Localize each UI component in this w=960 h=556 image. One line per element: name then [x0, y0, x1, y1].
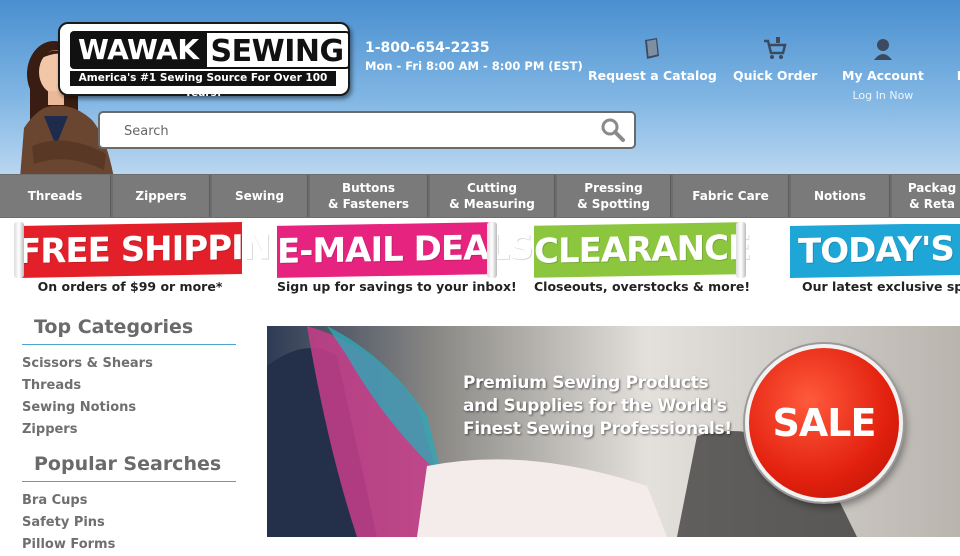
category-link-zippers[interactable]: Zippers	[22, 419, 236, 441]
hero-tagline: Premium Sewing Products and Supplies for…	[463, 372, 732, 441]
sidebar: Top Categories Scissors & Shears Threads…	[22, 316, 236, 556]
search-bar	[98, 111, 636, 149]
nav-pressing-spotting[interactable]: Pressing & Spotting	[557, 175, 671, 217]
category-link-scissors[interactable]: Scissors & Shears	[22, 353, 236, 375]
my-account-link[interactable]: My Account Log In Now	[842, 36, 924, 102]
nav-cutting-measuring[interactable]: Cutting & Measuring	[430, 175, 555, 217]
hero-line-3: Finest Sewing Professionals!	[463, 419, 732, 439]
promo-todays-sale[interactable]: TODAY'S SA Our latest exclusive spec	[790, 224, 960, 296]
more-icon	[950, 36, 960, 62]
nav-fabric-care[interactable]: Fabric Care	[673, 175, 789, 217]
hero-banner[interactable]: Premium Sewing Products and Supplies for…	[267, 326, 960, 537]
quick-order-label: Quick Order	[733, 68, 818, 83]
logo-brand-right: SEWING	[206, 31, 350, 69]
email-deals-banner: E-MAIL DEALS	[277, 222, 533, 278]
site-header: WAWAK SEWING America's #1 Sewing Source …	[0, 0, 960, 174]
popular-searches-heading: Popular Searches	[22, 453, 236, 482]
hero-line-2: and Supplies for the World's	[463, 396, 727, 416]
nav-buttons-fasteners[interactable]: Buttons & Fasteners	[310, 175, 428, 217]
free-shipping-banner: FREE SHIPPING	[18, 222, 298, 278]
search-icon[interactable]	[600, 117, 626, 143]
top-categories-heading: Top Categories	[22, 316, 236, 345]
account-icon	[873, 39, 892, 60]
promo-email-deals[interactable]: E-MAIL DEALS Sign up for savings to your…	[277, 222, 533, 296]
todays-sale-title: TODAY'S SA	[798, 228, 960, 272]
category-link-threads[interactable]: Threads	[22, 375, 236, 397]
nav-zippers[interactable]: Zippers	[113, 175, 210, 217]
business-hours: Mon - Fri 8:00 AM - 8:00 PM (EST)	[365, 59, 583, 73]
ribbon-curl	[736, 222, 746, 278]
popular-link-pillow-forms[interactable]: Pillow Forms	[22, 534, 236, 556]
category-nav: Threads Zippers Sewing Buttons & Fastene…	[0, 174, 960, 218]
ribbon-curl	[487, 222, 497, 278]
nav-threads[interactable]: Threads	[0, 175, 111, 217]
request-catalog-link[interactable]: Request a Catalog	[588, 36, 717, 83]
site-logo[interactable]: WAWAK SEWING America's #1 Sewing Source …	[58, 22, 350, 99]
nav-notions[interactable]: Notions	[791, 175, 890, 217]
login-link[interactable]: Log In Now	[842, 89, 924, 102]
clearance-subtitle: Closeouts, overstocks & more!	[534, 279, 751, 294]
more-header-link[interactable]: M	[950, 36, 960, 83]
promo-clearance[interactable]: CLEARANCE Closeouts, overstocks & more!	[534, 222, 751, 296]
nav-sewing[interactable]: Sewing	[212, 175, 308, 217]
free-shipping-title: FREE SHIPPING	[18, 227, 298, 272]
category-link-sewing-notions[interactable]: Sewing Notions	[22, 397, 236, 419]
logo-brand-left: WAWAK	[70, 31, 207, 69]
logo-tagline: America's #1 Sewing Source For Over 100 …	[70, 71, 336, 99]
promo-free-shipping[interactable]: FREE SHIPPING On orders of $99 or more*	[14, 222, 298, 296]
clearance-title: CLEARANCE	[534, 228, 751, 272]
sale-badge[interactable]: SALE	[745, 344, 903, 502]
todays-sale-banner: TODAY'S SA	[790, 224, 960, 279]
popular-link-safety-pins[interactable]: Safety Pins	[22, 512, 236, 534]
quick-order-link[interactable]: Quick Order	[733, 36, 817, 83]
cart-icon	[764, 37, 787, 59]
todays-sale-subtitle: Our latest exclusive spec	[802, 279, 960, 294]
email-deals-title: E-MAIL DEALS	[277, 227, 533, 272]
phone-number[interactable]: 1-800-654-2235	[365, 40, 583, 56]
email-deals-subtitle: Sign up for savings to your inbox!	[277, 279, 517, 294]
nav-packaging-retail[interactable]: Packag & Reta	[892, 175, 960, 217]
catalog-icon	[645, 38, 660, 59]
my-account-label: My Account	[842, 68, 924, 83]
request-catalog-label: Request a Catalog	[588, 68, 717, 83]
ribbon-curl	[14, 222, 24, 278]
popular-link-bra-cups[interactable]: Bra Cups	[22, 490, 236, 512]
free-shipping-subtitle: On orders of $99 or more*	[37, 279, 223, 294]
search-input[interactable]	[122, 120, 586, 142]
hero-line-1: Premium Sewing Products	[463, 373, 709, 393]
clearance-banner: CLEARANCE	[534, 222, 751, 278]
contact-info: 1-800-654-2235 Mon - Fri 8:00 AM - 8:00 …	[365, 40, 583, 73]
logo-wordmark: WAWAK SEWING	[70, 31, 350, 69]
